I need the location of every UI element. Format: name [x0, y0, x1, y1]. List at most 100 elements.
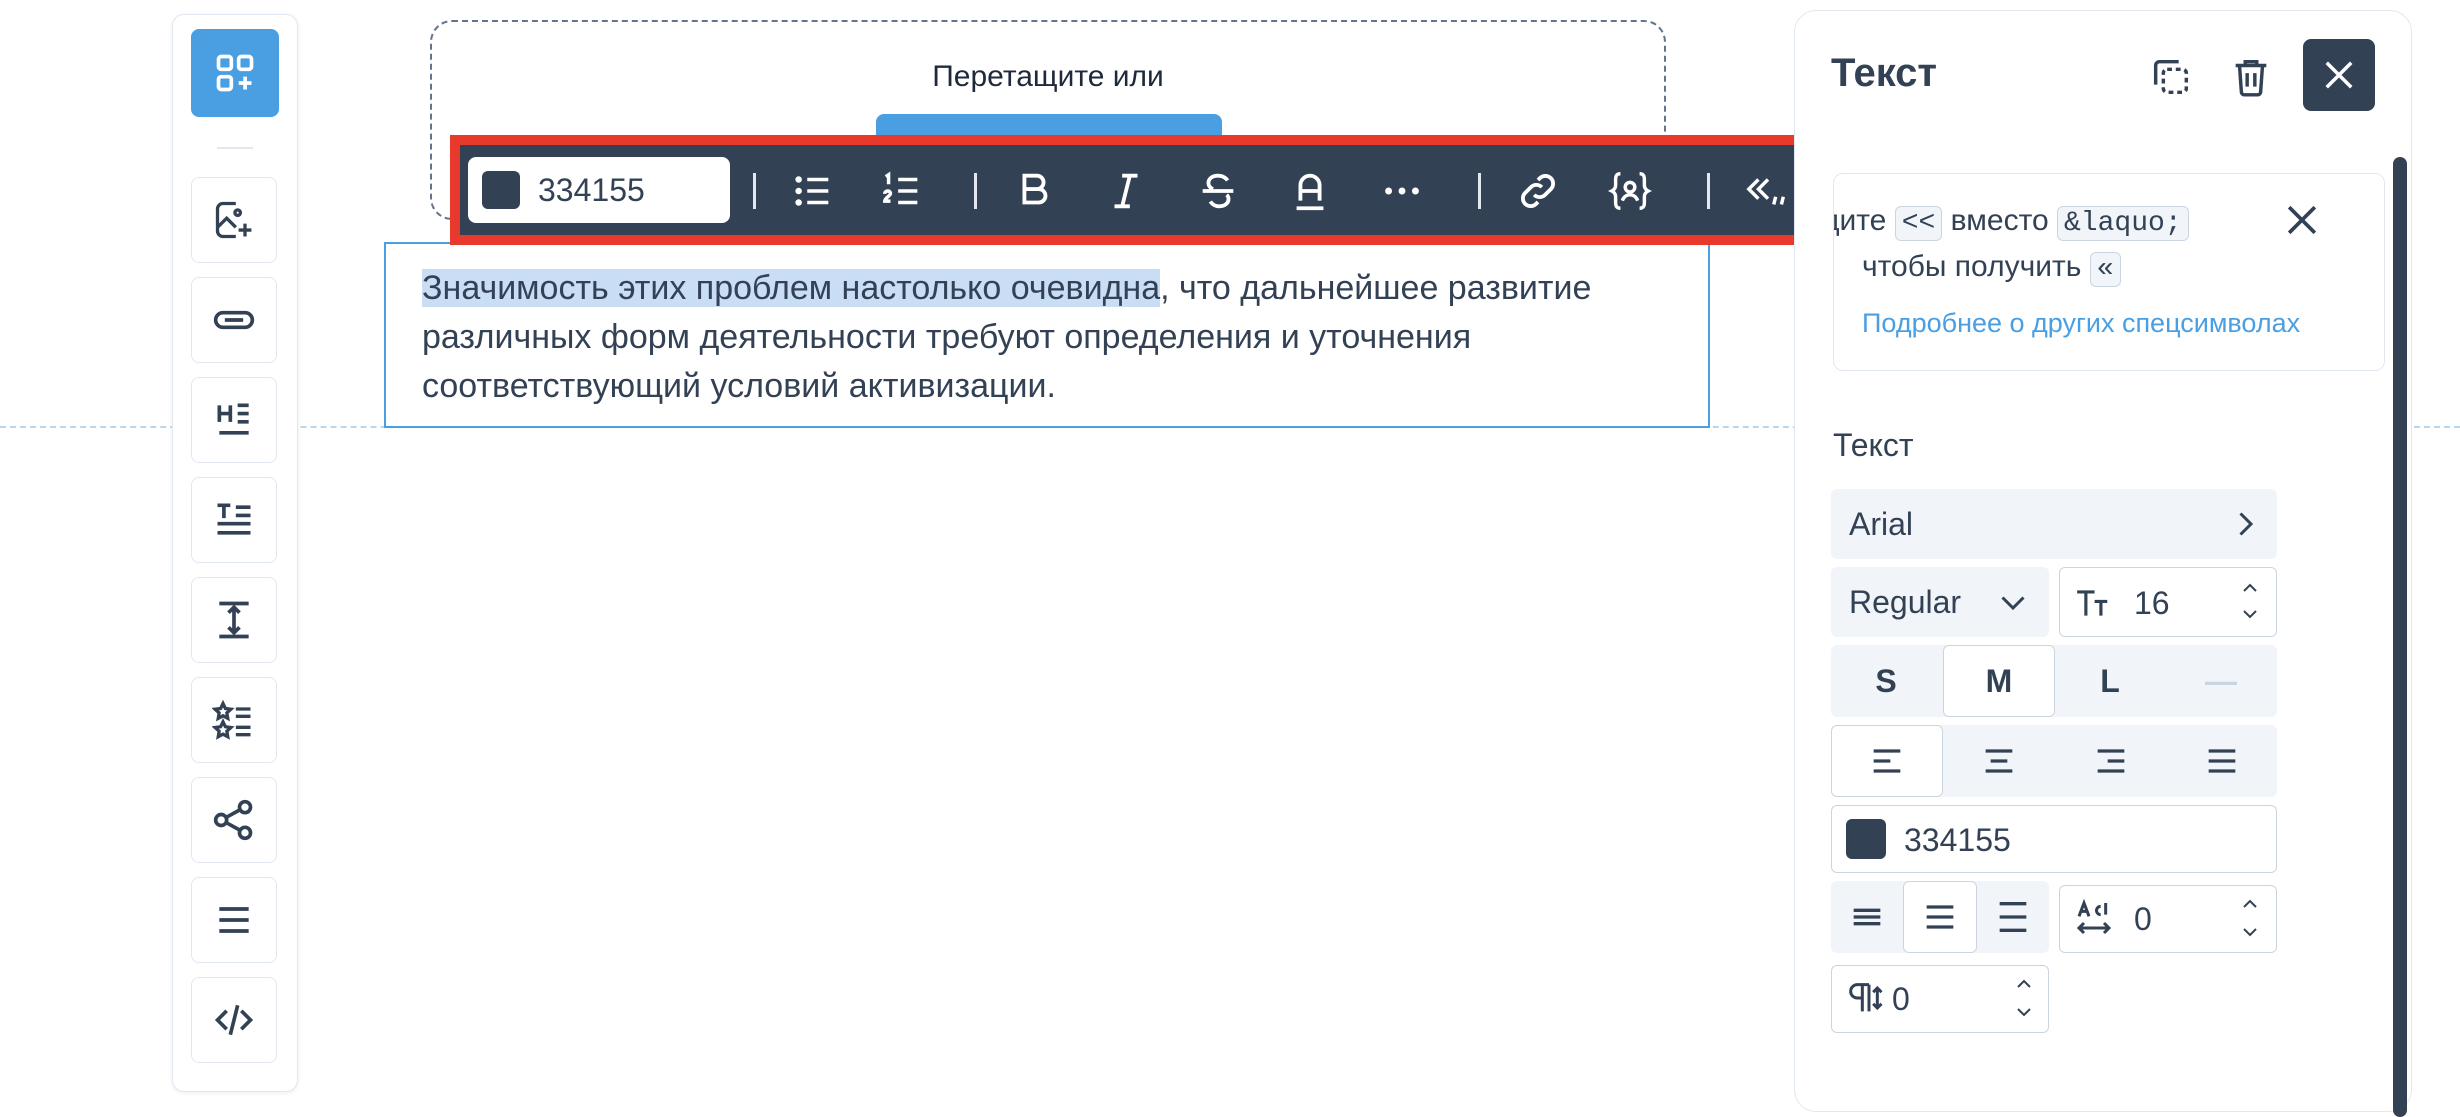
text-color-picker[interactable]: 334155 — [468, 157, 730, 223]
spacer-block-button[interactable] — [191, 577, 277, 663]
paragraph-spacing-value: 0 — [1892, 981, 1910, 1017]
font-size-icon — [2077, 590, 2108, 616]
letter-spacing-value: 0 — [2134, 901, 2152, 937]
chevron-right-icon — [2239, 512, 2254, 536]
image-plus-icon — [215, 201, 252, 239]
spin-up-icon[interactable] — [2012, 974, 2036, 992]
line-height-normal-button[interactable] — [1903, 881, 1977, 953]
delete-button[interactable] — [2221, 47, 2281, 107]
paragraph-spacing-input[interactable]: 0 — [1831, 965, 2049, 1033]
font-size-value: 16 — [2134, 585, 2170, 621]
toolbar-separator — [1707, 173, 1710, 209]
duplicate-icon — [2153, 59, 2189, 95]
hint-code-from: << — [1894, 206, 1943, 241]
heading-icon — [217, 403, 249, 435]
align-left-button[interactable] — [1831, 725, 1943, 797]
size-s-button[interactable]: S — [1831, 645, 1941, 717]
paragraph-text[interactable]: Значимость этих проблем настолько очевид… — [422, 264, 1672, 411]
duplicate-button[interactable] — [2141, 47, 2201, 107]
text-block-button[interactable] — [191, 477, 277, 563]
align-right-button[interactable] — [2055, 725, 2167, 797]
line-height-compact-button[interactable] — [1831, 881, 1903, 953]
panel-scrollbar[interactable] — [2393, 157, 2407, 1117]
hint-code-entity: &laquo; — [2057, 206, 2189, 241]
line-height-compact-icon — [1853, 908, 1881, 926]
rating-list-block-button[interactable] — [191, 677, 277, 763]
align-center-icon — [1985, 749, 2013, 773]
line-height-normal-icon — [1926, 905, 1954, 929]
size-l-button[interactable]: L — [2055, 645, 2165, 717]
color-value: 334155 — [538, 172, 645, 208]
menu-block-button[interactable] — [191, 877, 277, 963]
font-weight-value: Regular — [1849, 584, 1962, 620]
drop-zone-text: Перетащите или — [932, 60, 1164, 93]
toolbar-separator — [753, 173, 756, 209]
heading-block-button[interactable] — [191, 377, 277, 463]
letter-spacing-icon — [2076, 898, 2112, 935]
italic-icon — [1114, 173, 1138, 209]
link-button[interactable] — [1510, 163, 1566, 219]
text-color-input[interactable]: 334155 — [1831, 805, 2277, 873]
align-justify-icon — [2208, 749, 2236, 773]
add-block-button[interactable] — [191, 29, 279, 117]
spin-down-icon[interactable] — [2238, 924, 2262, 942]
font-family-select[interactable]: Arial — [1831, 489, 2277, 559]
html-block-button[interactable] — [191, 977, 277, 1063]
close-icon — [2325, 61, 2353, 89]
bullet-list-button[interactable] — [785, 163, 841, 219]
link-icon — [1521, 174, 1555, 208]
line-height-loose-button[interactable] — [1977, 881, 2049, 953]
more-button[interactable] — [1374, 163, 1430, 219]
hint-prefix: дите — [1834, 204, 1887, 237]
star-list-icon — [212, 699, 251, 740]
trash-icon — [2235, 59, 2267, 97]
color-swatch — [482, 171, 520, 209]
strikethrough-button[interactable] — [1190, 163, 1246, 219]
button-icon — [213, 310, 255, 330]
underline-button[interactable] — [1282, 163, 1338, 219]
close-hint-icon[interactable] — [2280, 198, 2324, 242]
letter-spacing-input[interactable]: 0 — [2059, 885, 2277, 953]
text-block[interactable]: Значимость этих проблем настолько очевид… — [384, 242, 1710, 428]
quotes-icon — [1746, 178, 1786, 205]
bullet-list-icon — [795, 176, 829, 206]
toolbar-separator — [974, 173, 977, 209]
hint-middle: вместо — [1950, 204, 2049, 237]
align-justify-button[interactable] — [2167, 725, 2277, 797]
quotes-button[interactable] — [1740, 163, 1796, 219]
close-panel-button[interactable] — [2303, 39, 2375, 111]
selected-text: Значимость этих проблем настолько очевид… — [422, 269, 1161, 307]
spin-up-icon[interactable] — [2238, 578, 2262, 596]
special-chars-link[interactable]: Подробнее о других спецсимволах — [1862, 308, 2300, 339]
spacer-icon — [219, 601, 249, 639]
menu-icon — [219, 907, 249, 933]
variable-button[interactable] — [1602, 163, 1658, 219]
chevron-down-icon — [2001, 596, 2025, 611]
align-right-icon — [2097, 749, 2125, 773]
paragraph-spacing-icon — [1849, 983, 1883, 1012]
hint-code-result: « — [2089, 252, 2121, 287]
font-size-input[interactable]: 16 — [2059, 567, 2277, 637]
share-icon — [213, 799, 253, 841]
toolbar-separator — [1478, 173, 1481, 209]
social-block-button[interactable] — [191, 777, 277, 863]
toolbar-divider — [217, 147, 253, 149]
spin-up-icon[interactable] — [2238, 894, 2262, 912]
image-block-button[interactable] — [191, 177, 277, 263]
button-block-button[interactable] — [191, 277, 277, 363]
numbered-list-icon — [883, 171, 918, 205]
italic-button[interactable] — [1098, 163, 1154, 219]
numbered-list-button[interactable] — [874, 163, 930, 219]
size-m-button[interactable]: M — [1943, 645, 2055, 717]
align-center-button[interactable] — [1943, 725, 2055, 797]
size-none-button[interactable]: — — [2165, 645, 2277, 717]
panel-title: Текст — [1831, 51, 1938, 95]
hint-line2-text: чтобы получить — [1862, 250, 2082, 283]
spin-down-icon[interactable] — [2012, 1004, 2036, 1022]
bold-button[interactable] — [1006, 163, 1062, 219]
spin-down-icon[interactable] — [2238, 606, 2262, 624]
more-icon — [1385, 187, 1419, 195]
code-icon — [214, 1004, 254, 1036]
font-weight-select[interactable]: Regular — [1831, 567, 2049, 637]
strikethrough-icon — [1202, 173, 1234, 209]
